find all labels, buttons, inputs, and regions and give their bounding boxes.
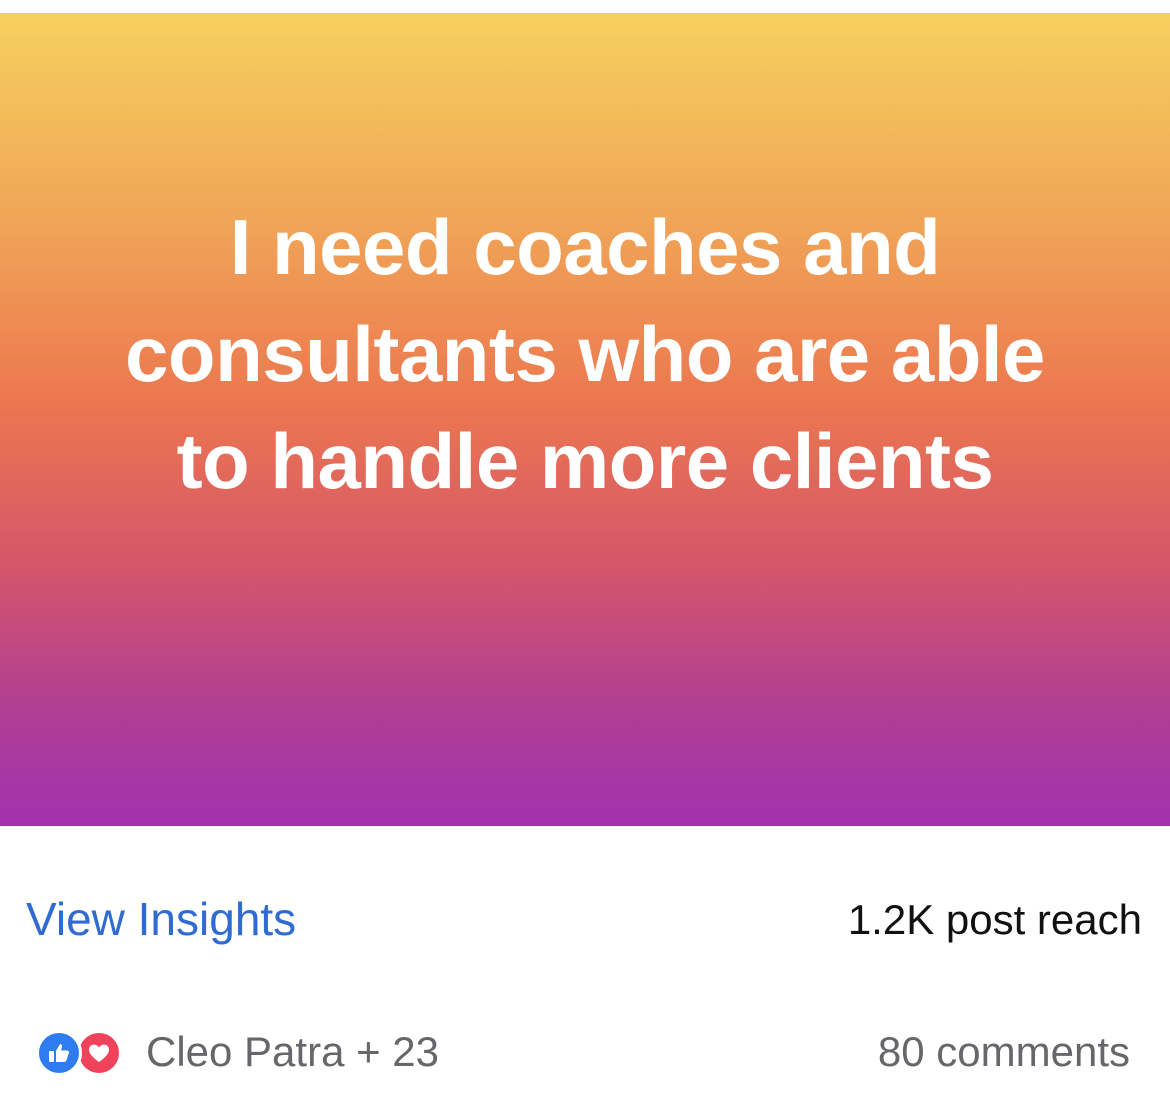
post-background-card[interactable]: I need coaches and consultants who are a… [0,13,1170,826]
reactions-row: Cleo Patra + 23 80 comments [0,1020,1170,1086]
heart-glyph [89,1044,109,1062]
reaction-icons[interactable] [36,1030,134,1076]
comments-count[interactable]: 80 comments [878,1028,1130,1076]
post-text: I need coaches and consultants who are a… [125,203,1045,505]
like-icon [36,1030,82,1076]
post-reach-count: 1.2K post reach [847,896,1142,943]
reacted-names[interactable]: Cleo Patra + 23 [146,1028,439,1076]
view-insights-link[interactable]: View Insights [26,892,296,946]
love-icon [76,1030,122,1076]
insights-row: View Insights 1.2K post reach [0,870,1170,974]
thumbs-up-glyph [49,1044,69,1062]
